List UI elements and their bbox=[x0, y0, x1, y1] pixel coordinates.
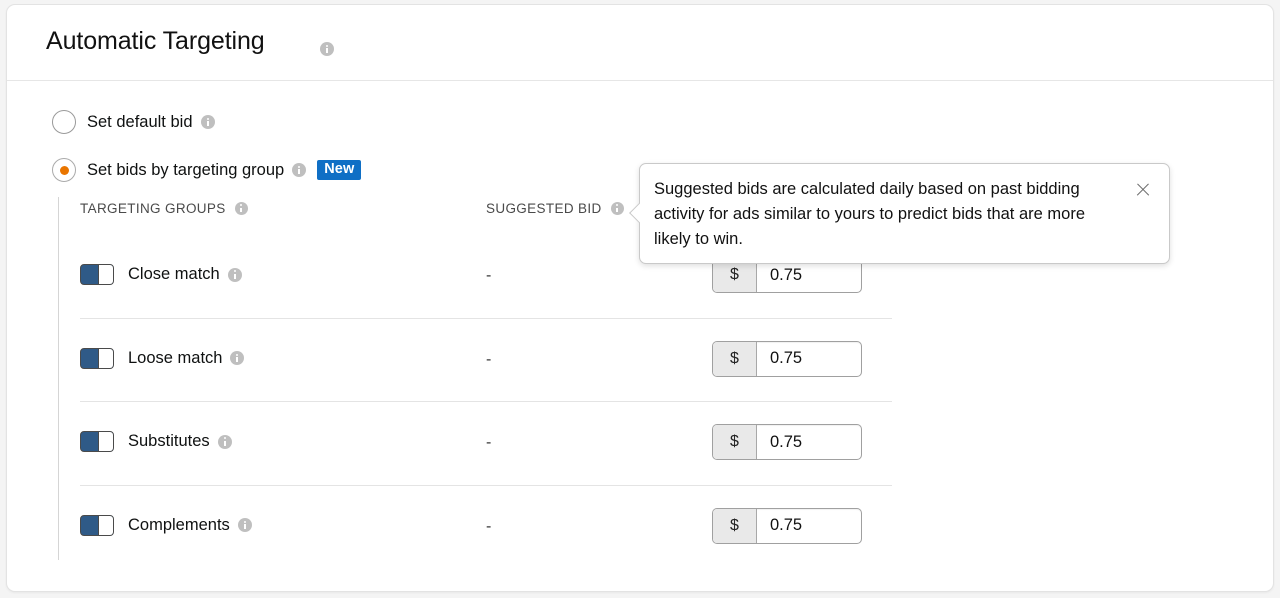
bid-input-group-complements[interactable]: $ bbox=[712, 507, 862, 544]
set-bids-by-targeting-group-info-icon[interactable] bbox=[292, 163, 307, 177]
targeting-group-cell: Complements bbox=[80, 514, 252, 536]
table-row: Substitutes - $ bbox=[80, 402, 892, 486]
toggle-knob bbox=[98, 432, 113, 451]
column-header-suggested-bid: SUGGESTED BID bbox=[486, 201, 624, 216]
bid-input-group-loose-match[interactable]: $ bbox=[712, 340, 862, 377]
close-icon[interactable] bbox=[1134, 181, 1152, 199]
suggested-bid-value: - bbox=[486, 517, 492, 535]
new-badge: New bbox=[317, 159, 362, 181]
currency-prefix: $ bbox=[713, 341, 757, 376]
substitutes-info-icon[interactable] bbox=[217, 434, 232, 449]
column-header-suggested-bid-label: SUGGESTED BID bbox=[486, 201, 602, 216]
page-root: Automatic Targeting Set default bid Set … bbox=[0, 0, 1280, 598]
table-row: Loose match - $ bbox=[80, 319, 892, 402]
toggle-knob bbox=[98, 515, 113, 535]
toggle-knob bbox=[98, 348, 113, 368]
targeting-group-label: Loose match bbox=[128, 348, 223, 367]
automatic-targeting-card: Automatic Targeting Set default bid Set … bbox=[6, 4, 1274, 592]
loose-match-info-icon[interactable] bbox=[230, 351, 245, 365]
close-match-info-icon[interactable] bbox=[227, 267, 242, 282]
suggested-bid-info-icon[interactable] bbox=[610, 202, 624, 215]
set-default-bid-info-icon[interactable] bbox=[200, 115, 215, 129]
page-title: Automatic Targeting bbox=[46, 27, 265, 55]
radio-label-set-default-bid: Set default bid bbox=[87, 112, 193, 131]
toggle-substitutes[interactable] bbox=[80, 431, 114, 452]
column-header-targeting-groups-label: TARGETING GROUPS bbox=[80, 201, 226, 216]
bid-input-group-substitutes[interactable]: $ bbox=[712, 424, 862, 460]
targeting-group-cell: Substitutes bbox=[80, 431, 232, 452]
title-info-icon[interactable] bbox=[320, 42, 334, 56]
bid-cell: $ bbox=[712, 424, 862, 460]
targeting-group-label: Substitutes bbox=[128, 432, 210, 450]
suggested-bid-tooltip: Suggested bids are calculated daily base… bbox=[629, 163, 1170, 264]
targeting-group-label: Close match bbox=[128, 265, 220, 283]
toggle-close-match[interactable] bbox=[80, 264, 114, 285]
card-header: Automatic Targeting bbox=[7, 5, 1273, 81]
table-row: Complements - $ bbox=[80, 486, 892, 570]
column-header-targeting-groups: TARGETING GROUPS bbox=[80, 201, 248, 216]
bid-input-complements[interactable] bbox=[757, 508, 861, 543]
radio-set-bids-by-targeting-group[interactable] bbox=[52, 158, 76, 182]
currency-prefix: $ bbox=[713, 425, 757, 459]
targeting-groups-info-icon[interactable] bbox=[234, 202, 248, 215]
toggle-loose-match[interactable] bbox=[80, 347, 114, 369]
section-accent-rail bbox=[58, 197, 59, 560]
toggle-complements[interactable] bbox=[80, 514, 114, 536]
radio-option-set-default-bid[interactable]: Set default bid bbox=[52, 110, 215, 134]
bid-cell: $ bbox=[712, 340, 862, 377]
suggested-bid-value: - bbox=[486, 267, 492, 284]
radio-label-set-bids-by-targeting-group: Set bids by targeting group bbox=[87, 160, 285, 179]
tooltip-text: Suggested bids are calculated daily base… bbox=[654, 180, 1085, 248]
bid-cell: $ bbox=[712, 507, 862, 544]
bid-input-loose-match[interactable] bbox=[757, 341, 861, 376]
suggested-bid-value: - bbox=[486, 350, 492, 368]
radio-set-default-bid[interactable] bbox=[52, 110, 76, 134]
currency-prefix: $ bbox=[713, 508, 757, 543]
bid-input-substitutes[interactable] bbox=[757, 425, 861, 459]
targeting-group-cell: Loose match bbox=[80, 347, 245, 369]
targeting-group-cell: Close match bbox=[80, 264, 242, 285]
radio-option-set-bids-by-targeting-group[interactable]: Set bids by targeting group New bbox=[52, 158, 362, 182]
toggle-knob bbox=[98, 265, 113, 284]
suggested-bid-value: - bbox=[486, 434, 492, 451]
complements-info-icon[interactable] bbox=[237, 518, 252, 532]
targeting-group-label: Complements bbox=[128, 515, 230, 534]
